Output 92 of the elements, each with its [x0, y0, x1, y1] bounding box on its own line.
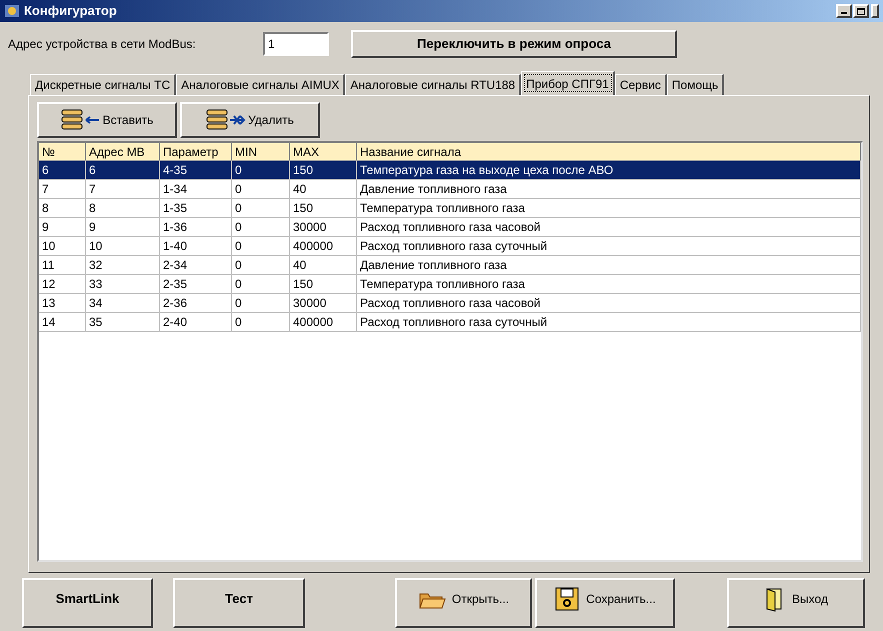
table-cell: 8 [39, 199, 86, 217]
table-cell: 33 [86, 275, 160, 293]
table-cell: 150 [290, 275, 357, 293]
table-cell: 0 [232, 218, 290, 236]
close-button[interactable] [871, 4, 879, 18]
table-cell: 9 [39, 218, 86, 236]
table-cell: 2-40 [160, 313, 232, 331]
table-cell: 1-35 [160, 199, 232, 217]
table-cell: 7 [39, 180, 86, 198]
table-cell: 0 [232, 161, 290, 179]
table-row[interactable]: 7 7 1-34 0 40 Давление топливного газа [39, 180, 861, 199]
table-cell: 7 [86, 180, 160, 198]
tab[interactable]: Аналоговые сигналы RTU188 [345, 74, 522, 95]
save-button[interactable]: Сохранить... [535, 578, 675, 628]
table-cell: 0 [232, 313, 290, 331]
insert-button[interactable]: Вставить [37, 102, 177, 138]
table-cell: Расход топливного газа суточный [357, 237, 861, 255]
table-cell: 0 [232, 199, 290, 217]
table-row[interactable]: 12 33 2-35 0 150 Температура топливного газа [39, 275, 861, 294]
table-cell: 10 [86, 237, 160, 255]
tab[interactable]: Сервис [614, 74, 667, 95]
action-button[interactable]: Тест [173, 578, 305, 628]
table-cell: 0 [232, 294, 290, 312]
table-cell: Температура топливного газа [357, 199, 861, 217]
table-cell: 1-34 [160, 180, 232, 198]
table-cell: Температура газа на выходе цеха после АВО [357, 161, 861, 179]
table-cell: Расход топливного газа часовой [357, 218, 861, 236]
address-label: Адрес устройства в сети ModBus: [8, 36, 197, 53]
column-header[interactable]: Параметр [160, 143, 232, 160]
table-cell: 400000 [290, 313, 357, 331]
tab[interactable]: Прибор СПГ91 [521, 71, 615, 95]
table-cell: 40 [290, 256, 357, 274]
table-cell: 10 [39, 237, 86, 255]
table-cell: 40 [290, 180, 357, 198]
table-cell: 32 [86, 256, 160, 274]
table-row[interactable]: 11 32 2-34 0 40 Давление топливного газа [39, 256, 861, 275]
table-cell: 30000 [290, 294, 357, 312]
table-cell: 6 [86, 161, 160, 179]
maximize-button[interactable] [853, 4, 869, 18]
minimize-button[interactable] [836, 4, 852, 18]
column-header[interactable]: Адрес МВ [86, 143, 160, 160]
table-cell: 0 [232, 180, 290, 198]
app-icon [4, 3, 20, 19]
table-cell: Давление топливного газа [357, 180, 861, 198]
table-cell: Расход топливного газа суточный [357, 313, 861, 331]
table-cell: 6 [39, 161, 86, 179]
insert-rows-icon [60, 108, 101, 132]
table-cell: 0 [232, 237, 290, 255]
table-row[interactable]: 10 10 1-40 0 400000 Расход топливного газа суточный [39, 237, 861, 256]
table-cell: 4-35 [160, 161, 232, 179]
table-cell: 13 [39, 294, 86, 312]
table-cell: 2-34 [160, 256, 232, 274]
table-cell: 14 [39, 313, 86, 331]
table-cell: 1-40 [160, 237, 232, 255]
table-cell: 34 [86, 294, 160, 312]
column-header[interactable]: MIN [232, 143, 290, 160]
table-row[interactable]: 14 35 2-40 0 400000 Расход топливного газа суточный [39, 313, 861, 332]
delete-rows-icon [206, 108, 246, 132]
table-cell: 0 [232, 256, 290, 274]
window-title: Конфигуратор [24, 2, 117, 20]
table-row[interactable]: 6 6 4-35 0 150 Температура газа на выходе цеха после АВО [39, 161, 861, 180]
table-cell: 30000 [290, 218, 357, 236]
table-cell: 11 [39, 256, 86, 274]
table-cell: 0 [232, 275, 290, 293]
column-header[interactable]: MAX [290, 143, 357, 160]
table-cell: 150 [290, 199, 357, 217]
column-header[interactable]: Название сигнала [357, 143, 861, 160]
exit-button[interactable]: Выход [727, 578, 865, 628]
table-cell: Температура топливного газа [357, 275, 861, 293]
tab[interactable]: Помощь [666, 74, 724, 95]
table-cell: 1-36 [160, 218, 232, 236]
table-cell: 12 [39, 275, 86, 293]
tab[interactable]: Аналоговые сигналы AIMUX [176, 74, 346, 95]
open-button[interactable]: Открыть... [395, 578, 532, 628]
table-cell: Расход топливного газа часовой [357, 294, 861, 312]
table-cell: Давление топливного газа [357, 256, 861, 274]
column-header[interactable]: № [39, 143, 86, 160]
table-cell: 2-36 [160, 294, 232, 312]
delete-button[interactable]: Удалить [180, 102, 320, 138]
table-cell: 2-35 [160, 275, 232, 293]
address-field[interactable]: 1 [263, 32, 329, 56]
table-row[interactable]: 8 8 1-35 0 150 Температура топливного газа [39, 199, 861, 218]
table-cell: 8 [86, 199, 160, 217]
table-cell: 400000 [290, 237, 357, 255]
table-cell: 9 [86, 218, 160, 236]
action-button[interactable]: SmartLink [22, 578, 153, 628]
table-cell: 150 [290, 161, 357, 179]
switch-mode-button[interactable]: Переключить в режим опроса [351, 30, 677, 58]
table-row[interactable]: 13 34 2-36 0 30000 Расход топливного газа часовой [39, 294, 861, 313]
table-cell: 35 [86, 313, 160, 331]
tab[interactable]: Дискретные сигналы ТС [30, 74, 176, 95]
table-row[interactable]: 9 9 1-36 0 30000 Расход топливного газа часовой [39, 218, 861, 237]
